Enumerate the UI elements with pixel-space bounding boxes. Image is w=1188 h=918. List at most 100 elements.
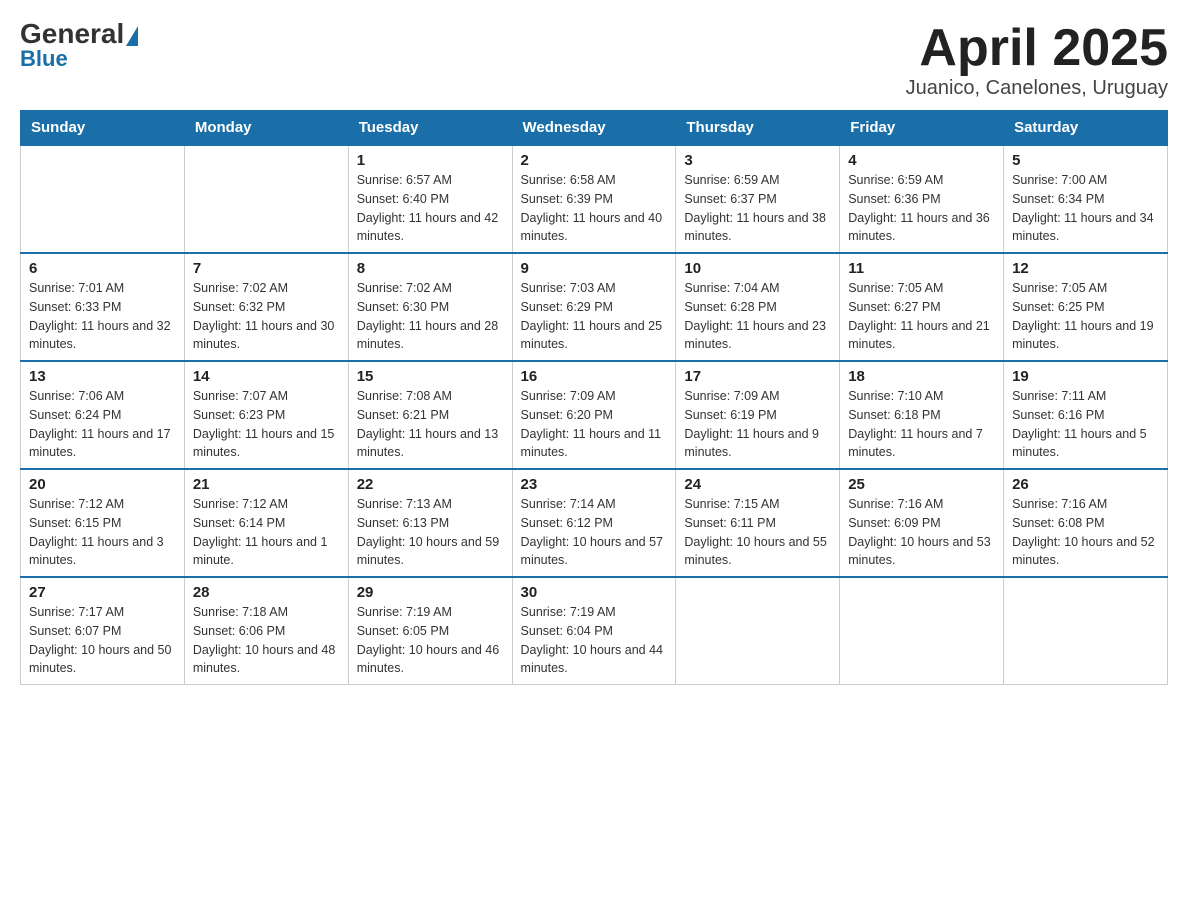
- day-number: 6: [29, 260, 176, 277]
- day-number: 1: [357, 152, 504, 169]
- day-number: 27: [29, 584, 176, 601]
- calendar-cell: 2 Sunrise: 6:58 AMSunset: 6:39 PMDaylight…: [512, 145, 676, 253]
- day-info: Sunrise: 7:05 AMSunset: 6:27 PMDaylight:…: [848, 279, 995, 354]
- column-header-saturday: Saturday: [1004, 111, 1168, 146]
- column-header-monday: Monday: [184, 111, 348, 146]
- day-number: 29: [357, 584, 504, 601]
- day-number: 16: [521, 368, 668, 385]
- calendar-cell: 10 Sunrise: 7:04 AMSunset: 6:28 PMDayligh…: [676, 253, 840, 361]
- day-number: 4: [848, 152, 995, 169]
- day-number: 30: [521, 584, 668, 601]
- day-number: 8: [357, 260, 504, 277]
- calendar-cell: 19Sunrise: 7:11 AMSunset: 6:16 PMDayligh…: [1004, 361, 1168, 469]
- day-number: 7: [193, 260, 340, 277]
- calendar-cell: 17 Sunrise: 7:09 AMSunset: 6:19 PMDayligh…: [676, 361, 840, 469]
- day-number: 22: [357, 476, 504, 493]
- day-number: 17: [684, 368, 831, 385]
- day-info: Sunrise: 7:02 AMSunset: 6:30 PMDaylight:…: [357, 279, 504, 354]
- column-header-tuesday: Tuesday: [348, 111, 512, 146]
- day-info: Sunrise: 7:18 AMSunset: 6:06 PMDaylight:…: [193, 603, 340, 678]
- day-number: 20: [29, 476, 176, 493]
- calendar-cell: 14 Sunrise: 7:07 AMSunset: 6:23 PMDayligh…: [184, 361, 348, 469]
- day-number: 18: [848, 368, 995, 385]
- day-info: Sunrise: 7:05 AMSunset: 6:25 PMDaylight:…: [1012, 279, 1159, 354]
- calendar-cell: 27Sunrise: 7:17 AMSunset: 6:07 PMDayligh…: [21, 577, 185, 685]
- logo-blue-text: Blue: [20, 48, 68, 70]
- day-info: Sunrise: 7:19 AMSunset: 6:05 PMDaylight:…: [357, 603, 504, 678]
- day-number: 9: [521, 260, 668, 277]
- week-row-1: 1 Sunrise: 6:57 AMSunset: 6:40 PMDaylight…: [21, 145, 1168, 253]
- day-info: Sunrise: 7:04 AMSunset: 6:28 PMDaylight:…: [684, 279, 831, 354]
- calendar-cell: 20 Sunrise: 7:12 AMSunset: 6:15 PMDayligh…: [21, 469, 185, 577]
- day-info: Sunrise: 7:14 AMSunset: 6:12 PMDaylight:…: [521, 495, 668, 570]
- calendar-cell: 26Sunrise: 7:16 AMSunset: 6:08 PMDayligh…: [1004, 469, 1168, 577]
- day-info: Sunrise: 7:12 AMSunset: 6:14 PMDaylight:…: [193, 495, 340, 570]
- calendar-cell: 22 Sunrise: 7:13 AMSunset: 6:13 PMDayligh…: [348, 469, 512, 577]
- calendar-cell: 23 Sunrise: 7:14 AMSunset: 6:12 PMDayligh…: [512, 469, 676, 577]
- day-number: 14: [193, 368, 340, 385]
- day-info: Sunrise: 7:09 AMSunset: 6:19 PMDaylight:…: [684, 387, 831, 462]
- calendar-cell: [21, 145, 185, 253]
- column-header-wednesday: Wednesday: [512, 111, 676, 146]
- day-info: Sunrise: 7:12 AMSunset: 6:15 PMDaylight:…: [29, 495, 176, 570]
- day-info: Sunrise: 6:59 AMSunset: 6:36 PMDaylight:…: [848, 171, 995, 246]
- day-info: Sunrise: 7:01 AMSunset: 6:33 PMDaylight:…: [29, 279, 176, 354]
- week-row-2: 6 Sunrise: 7:01 AMSunset: 6:33 PMDaylight…: [21, 253, 1168, 361]
- calendar-cell: 13Sunrise: 7:06 AMSunset: 6:24 PMDayligh…: [21, 361, 185, 469]
- calendar-cell: 11 Sunrise: 7:05 AMSunset: 6:27 PMDayligh…: [840, 253, 1004, 361]
- calendar-cell: 3 Sunrise: 6:59 AMSunset: 6:37 PMDaylight…: [676, 145, 840, 253]
- calendar-cell: 8 Sunrise: 7:02 AMSunset: 6:30 PMDaylight…: [348, 253, 512, 361]
- week-row-5: 27Sunrise: 7:17 AMSunset: 6:07 PMDayligh…: [21, 577, 1168, 685]
- calendar-cell: [676, 577, 840, 685]
- day-info: Sunrise: 7:10 AMSunset: 6:18 PMDaylight:…: [848, 387, 995, 462]
- day-number: 3: [684, 152, 831, 169]
- day-info: Sunrise: 6:59 AMSunset: 6:37 PMDaylight:…: [684, 171, 831, 246]
- day-info: Sunrise: 7:08 AMSunset: 6:21 PMDaylight:…: [357, 387, 504, 462]
- calendar-header-row: SundayMondayTuesdayWednesdayThursdayFrid…: [21, 111, 1168, 146]
- calendar-cell: 21Sunrise: 7:12 AMSunset: 6:14 PMDayligh…: [184, 469, 348, 577]
- calendar-cell: 18 Sunrise: 7:10 AMSunset: 6:18 PMDayligh…: [840, 361, 1004, 469]
- calendar-cell: 4 Sunrise: 6:59 AMSunset: 6:36 PMDaylight…: [840, 145, 1004, 253]
- page-header: General Blue April 2025 Juanico, Canelon…: [20, 20, 1168, 100]
- calendar-table: SundayMondayTuesdayWednesdayThursdayFrid…: [20, 110, 1168, 685]
- day-info: Sunrise: 7:19 AMSunset: 6:04 PMDaylight:…: [521, 603, 668, 678]
- day-info: Sunrise: 7:02 AMSunset: 6:32 PMDaylight:…: [193, 279, 340, 354]
- day-info: Sunrise: 7:07 AMSunset: 6:23 PMDaylight:…: [193, 387, 340, 462]
- calendar-cell: 1 Sunrise: 6:57 AMSunset: 6:40 PMDaylight…: [348, 145, 512, 253]
- day-info: Sunrise: 7:03 AMSunset: 6:29 PMDaylight:…: [521, 279, 668, 354]
- calendar-cell: 7 Sunrise: 7:02 AMSunset: 6:32 PMDaylight…: [184, 253, 348, 361]
- calendar-cell: 15 Sunrise: 7:08 AMSunset: 6:21 PMDayligh…: [348, 361, 512, 469]
- calendar-cell: 6 Sunrise: 7:01 AMSunset: 6:33 PMDaylight…: [21, 253, 185, 361]
- calendar-cell: 24Sunrise: 7:15 AMSunset: 6:11 PMDayligh…: [676, 469, 840, 577]
- day-info: Sunrise: 7:16 AMSunset: 6:09 PMDaylight:…: [848, 495, 995, 570]
- day-info: Sunrise: 7:13 AMSunset: 6:13 PMDaylight:…: [357, 495, 504, 570]
- day-info: Sunrise: 6:57 AMSunset: 6:40 PMDaylight:…: [357, 171, 504, 246]
- day-info: Sunrise: 6:58 AMSunset: 6:39 PMDaylight:…: [521, 171, 668, 246]
- day-number: 23: [521, 476, 668, 493]
- day-number: 10: [684, 260, 831, 277]
- calendar-cell: [1004, 577, 1168, 685]
- day-info: Sunrise: 7:15 AMSunset: 6:11 PMDaylight:…: [684, 495, 831, 570]
- calendar-cell: 12 Sunrise: 7:05 AMSunset: 6:25 PMDayligh…: [1004, 253, 1168, 361]
- day-number: 25: [848, 476, 995, 493]
- week-row-4: 20 Sunrise: 7:12 AMSunset: 6:15 PMDayligh…: [21, 469, 1168, 577]
- day-number: 13: [29, 368, 176, 385]
- calendar-cell: [840, 577, 1004, 685]
- week-row-3: 13Sunrise: 7:06 AMSunset: 6:24 PMDayligh…: [21, 361, 1168, 469]
- calendar-cell: 25 Sunrise: 7:16 AMSunset: 6:09 PMDayligh…: [840, 469, 1004, 577]
- day-number: 12: [1012, 260, 1159, 277]
- column-header-thursday: Thursday: [676, 111, 840, 146]
- day-number: 26: [1012, 476, 1159, 493]
- title-block: April 2025 Juanico, Canelones, Uruguay: [906, 20, 1168, 100]
- calendar-cell: 30 Sunrise: 7:19 AMSunset: 6:04 PMDayligh…: [512, 577, 676, 685]
- day-number: 15: [357, 368, 504, 385]
- column-header-friday: Friday: [840, 111, 1004, 146]
- day-number: 11: [848, 260, 995, 277]
- day-info: Sunrise: 7:00 AMSunset: 6:34 PMDaylight:…: [1012, 171, 1159, 246]
- day-number: 28: [193, 584, 340, 601]
- day-info: Sunrise: 7:11 AMSunset: 6:16 PMDaylight:…: [1012, 387, 1159, 462]
- calendar-cell: 29 Sunrise: 7:19 AMSunset: 6:05 PMDayligh…: [348, 577, 512, 685]
- column-header-sunday: Sunday: [21, 111, 185, 146]
- day-number: 2: [521, 152, 668, 169]
- calendar-cell: 16Sunrise: 7:09 AMSunset: 6:20 PMDayligh…: [512, 361, 676, 469]
